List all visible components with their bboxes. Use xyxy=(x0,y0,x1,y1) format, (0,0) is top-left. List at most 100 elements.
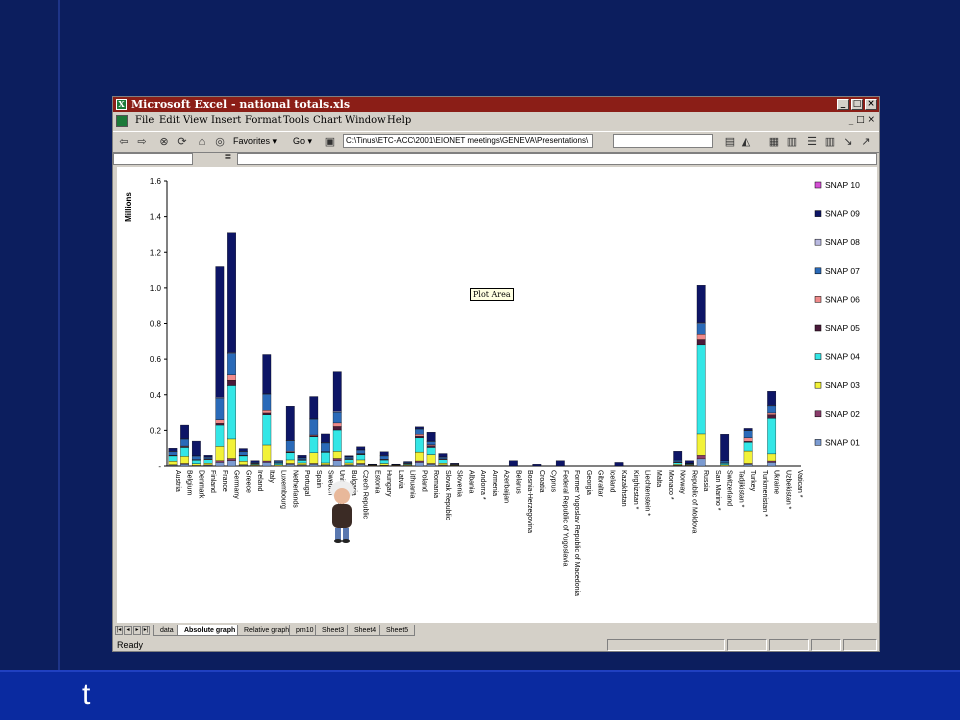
bar-segment[interactable] xyxy=(356,446,366,450)
bar-segment[interactable] xyxy=(767,453,777,462)
bar-segment[interactable] xyxy=(168,461,178,465)
bar-segment[interactable] xyxy=(168,448,178,452)
bar-segment[interactable] xyxy=(215,419,225,424)
bar-segment[interactable] xyxy=(227,232,236,353)
menu-view[interactable]: View xyxy=(183,115,208,126)
angle-text-icon[interactable]: ↘ xyxy=(841,135,855,149)
bar-segment[interactable] xyxy=(720,460,730,463)
bar-segment[interactable] xyxy=(262,394,272,411)
bar-segment[interactable] xyxy=(262,460,272,463)
menu-window[interactable]: Window xyxy=(345,115,386,126)
legend-icon[interactable]: ▦ xyxy=(767,135,781,149)
show-web-toolbar-icon[interactable]: ▣ xyxy=(323,135,337,149)
bar-segment[interactable] xyxy=(168,451,178,456)
menu-help[interactable]: Help xyxy=(387,115,411,126)
bar-segment[interactable] xyxy=(250,460,260,463)
bar-segment[interactable] xyxy=(403,461,413,463)
bar-segment[interactable] xyxy=(332,429,342,452)
bar-segment[interactable] xyxy=(238,451,248,456)
menu-tools[interactable]: Tools xyxy=(283,115,309,126)
bar-segment[interactable] xyxy=(450,463,460,465)
bar-segment[interactable] xyxy=(743,464,753,467)
last-sheet-icon[interactable]: ▸| xyxy=(142,626,150,635)
bar-segment[interactable] xyxy=(215,398,225,420)
bar-segment[interactable] xyxy=(238,461,248,465)
bar-segment[interactable] xyxy=(438,462,448,466)
bar-segment[interactable] xyxy=(332,422,342,427)
by-row-icon[interactable]: ☰ xyxy=(805,135,819,149)
close-button[interactable]: × xyxy=(865,99,877,110)
bar-segment[interactable] xyxy=(685,460,694,464)
bar-segment[interactable] xyxy=(767,418,777,455)
bar-segment[interactable] xyxy=(191,440,201,456)
bar-segment[interactable] xyxy=(215,266,225,398)
bar-segment[interactable] xyxy=(297,462,307,465)
bar-segment[interactable] xyxy=(262,410,272,414)
angle-text-up-icon[interactable]: ↗ xyxy=(859,135,873,149)
bar-segment[interactable] xyxy=(438,459,448,464)
bar-segment[interactable] xyxy=(696,334,706,340)
address-field[interactable]: C:\Tinus\ETC-ACC\2001\EIONET meetings\GE… xyxy=(343,134,593,148)
bar-segment[interactable] xyxy=(332,460,342,467)
bar-segment[interactable] xyxy=(344,455,354,457)
stacked-bar-chart[interactable]: - 0.2 0.4 0.6 0.8 1.0 1.2 1.4 1.6 Millions Austria… xyxy=(117,167,877,623)
sheet-tab-sheet5[interactable]: Sheet5 xyxy=(379,625,416,636)
bar-segment[interactable] xyxy=(180,464,189,467)
bar-segment[interactable] xyxy=(696,458,706,467)
bar-segment[interactable] xyxy=(415,437,424,453)
bar-segment[interactable] xyxy=(379,451,389,456)
bar-segment[interactable] xyxy=(767,460,777,463)
bar-segment[interactable] xyxy=(191,455,201,460)
bar-segment[interactable] xyxy=(180,447,189,457)
bar-segment[interactable] xyxy=(696,285,706,323)
bar-segment[interactable] xyxy=(180,438,189,447)
sheet-tab-relative-graph[interactable]: Relative graph xyxy=(237,625,297,636)
bar-segment[interactable] xyxy=(332,412,342,424)
bar-segment[interactable] xyxy=(356,459,366,464)
favorites-button[interactable]: Favorites ▾ xyxy=(233,136,277,147)
bar-segment[interactable] xyxy=(180,424,189,439)
bar-segment[interactable] xyxy=(696,323,706,335)
chart-type-icon[interactable]: ◭ xyxy=(739,135,753,149)
bar-segment[interactable] xyxy=(415,428,424,435)
name-box[interactable] xyxy=(113,153,193,165)
bar-segment[interactable] xyxy=(379,463,389,466)
menu-chart[interactable]: Chart xyxy=(313,115,342,126)
bar-segment[interactable] xyxy=(438,453,448,458)
bar-segment[interactable] xyxy=(415,460,424,463)
bar-segment[interactable] xyxy=(379,455,389,460)
bar-segment[interactable] xyxy=(297,460,307,464)
menu-format[interactable]: Format xyxy=(245,115,282,126)
bar-segment[interactable] xyxy=(285,452,295,461)
bar-segment[interactable] xyxy=(673,451,683,461)
bar-segment[interactable] xyxy=(285,459,295,464)
search-web-icon[interactable]: ◎ xyxy=(213,135,227,149)
bar-segment[interactable] xyxy=(309,418,319,436)
bar-segment[interactable] xyxy=(379,459,389,464)
bar-segment[interactable] xyxy=(415,435,424,439)
bar-segment[interactable] xyxy=(203,459,213,464)
bar-segment[interactable] xyxy=(227,374,236,381)
bar-segment[interactable] xyxy=(767,462,777,467)
bar-segment[interactable] xyxy=(614,462,624,467)
bar-segment[interactable] xyxy=(344,462,354,465)
bar-segment[interactable] xyxy=(332,451,342,459)
bar-segment[interactable] xyxy=(215,446,225,461)
menu-insert[interactable]: Insert xyxy=(211,115,241,126)
bar-segment[interactable] xyxy=(297,455,307,458)
bar-segment[interactable] xyxy=(227,438,236,459)
bar-segment[interactable] xyxy=(262,444,272,462)
forward-icon[interactable]: ⇨ xyxy=(135,135,149,149)
excel-app-icon[interactable]: X xyxy=(116,99,127,110)
bar-segment[interactable] xyxy=(426,445,436,448)
bar-segment[interactable] xyxy=(321,433,330,443)
bar-segment[interactable] xyxy=(215,462,225,467)
prev-sheet-icon[interactable]: ◂ xyxy=(124,626,132,635)
bar-segment[interactable] xyxy=(262,414,272,446)
bar-segment[interactable] xyxy=(191,459,201,464)
next-sheet-icon[interactable]: ▸ xyxy=(133,626,141,635)
bar-segment[interactable] xyxy=(203,462,213,466)
sheet-tab-absolute-graph[interactable]: Absolute graph xyxy=(177,625,243,636)
bar-segment[interactable] xyxy=(332,426,342,431)
bar-segment[interactable] xyxy=(415,434,424,437)
